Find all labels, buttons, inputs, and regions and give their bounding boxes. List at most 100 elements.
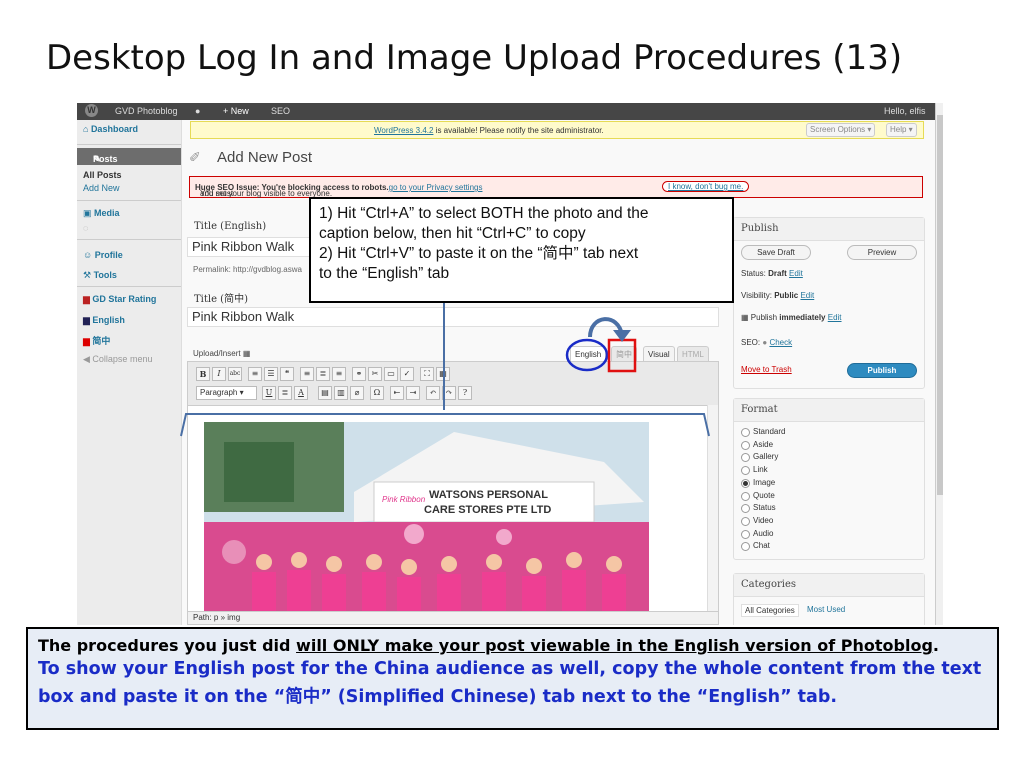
tab-most-used[interactable]: Most Used	[807, 605, 845, 614]
collapse-arrow-icon: ◀	[83, 354, 93, 364]
categories-box-title: Categories	[741, 579, 796, 590]
seo-status-icon: ●	[762, 338, 768, 347]
special-char-icon[interactable]: Ω	[370, 386, 384, 400]
bottom-note-line2: To show your English post for the China …	[38, 659, 982, 707]
italic-button[interactable]: I	[212, 367, 226, 381]
sidebar-item-media[interactable]: ▣ Media	[83, 208, 120, 219]
format-radio-quote[interactable]	[741, 491, 750, 501]
link-icon[interactable]: ⚭	[352, 367, 366, 381]
redo-icon[interactable]: ↷	[442, 386, 456, 400]
wordpress-logo-icon[interactable]: W	[85, 104, 98, 117]
paragraph-format-select[interactable]: Paragraph ▾	[196, 386, 257, 400]
tab-all-categories[interactable]: All Categories	[741, 604, 799, 617]
undo-icon[interactable]: ↶	[426, 386, 440, 400]
underline-button[interactable]: U	[262, 386, 276, 400]
save-draft-button[interactable]: Save Draft	[741, 245, 811, 260]
sidebar-sub-add-new[interactable]: Add New	[83, 183, 120, 193]
post-content-editor[interactable]: WATSONS PERSONAL CARE STORES PTE LTD Pin…	[187, 405, 719, 613]
title-chinese-input[interactable]: Pink Ribbon Walk	[187, 307, 719, 327]
fullscreen-icon[interactable]: ⛶	[420, 367, 434, 381]
comments-bubble-icon[interactable]: ◌	[83, 223, 88, 233]
upload-insert-label[interactable]: Upload/Insert ▦	[193, 349, 250, 358]
sidebar-item-tools[interactable]: ⚒ Tools	[83, 270, 117, 281]
collapse-menu-button[interactable]: ◀ Collapse menu	[83, 354, 152, 365]
sidebar-divider	[77, 200, 181, 201]
format-radio-link[interactable]	[741, 466, 750, 476]
help-button[interactable]: Help ▾	[886, 123, 917, 137]
format-radio-video[interactable]	[741, 516, 750, 526]
help-icon[interactable]: ?	[458, 386, 472, 400]
align-right-icon[interactable]: ≡	[332, 367, 346, 381]
editor-scrollbar[interactable]	[707, 405, 718, 611]
edit-visibility-link[interactable]: Edit	[800, 291, 814, 300]
sidebar-item-gd-star-rating[interactable]: ▆ GD Star Rating	[83, 294, 156, 305]
user-greeting-link[interactable]: Hello, elfis	[884, 106, 926, 116]
dismiss-seo-button[interactable]: I know, don't bug me.	[662, 181, 750, 192]
sidebar-item-posts[interactable]: ✎ Posts	[77, 148, 181, 165]
site-name-link[interactable]: GVD Photoblog	[115, 106, 178, 116]
preview-button[interactable]: Preview	[847, 245, 917, 260]
bold-button[interactable]: B	[196, 367, 210, 381]
tab-chinese[interactable]: 简中	[611, 346, 637, 362]
numbered-list-icon[interactable]: ☰	[264, 367, 278, 381]
edit-status-link[interactable]: Edit	[789, 269, 803, 278]
post-status-text: Status: Draft Edit	[741, 269, 803, 278]
sidebar-sub-all-posts[interactable]: All Posts	[83, 170, 122, 180]
seo-check-link[interactable]: Check	[769, 338, 792, 347]
format-radio-status[interactable]	[741, 504, 750, 514]
new-content-link[interactable]: + New	[223, 106, 249, 116]
privacy-settings-link[interactable]: go to your Privacy settings	[389, 183, 483, 192]
add-media-icon[interactable]: ▦	[243, 349, 251, 358]
wordpress-version-link[interactable]: WordPress 3.4.2	[374, 126, 433, 135]
scrollbar-thumb[interactable]	[937, 115, 943, 495]
spellcheck-icon[interactable]: ✓	[400, 367, 414, 381]
calendar-icon: ▦	[741, 313, 751, 322]
format-radio-aside[interactable]	[741, 440, 750, 450]
clear-formatting-icon[interactable]: ⌀	[350, 386, 364, 400]
sidebar-item-chinese[interactable]: ▆ 简中	[83, 334, 110, 347]
format-radio-standard[interactable]	[741, 428, 750, 437]
strikethrough-button[interactable]: abc	[228, 367, 242, 381]
instruction-callout: 1) Hit “Ctrl+A” to select BOTH the photo…	[309, 197, 734, 303]
tab-html[interactable]: HTML	[677, 346, 709, 362]
blockquote-icon[interactable]: ❝	[280, 367, 294, 381]
format-option-label: Aside	[753, 439, 774, 449]
indent-icon[interactable]: ⇥	[406, 386, 420, 400]
sidebar-item-profile[interactable]: ☺ Profile	[83, 250, 123, 260]
seo-menu-link[interactable]: SEO	[271, 106, 290, 116]
permalink-text: Permalink: http://gvdblog.aswa	[193, 265, 302, 274]
publish-box: Publish Save Draft Preview Status: Draft…	[733, 217, 925, 389]
outdent-icon[interactable]: ⇤	[390, 386, 404, 400]
format-option-label: Gallery	[753, 452, 779, 462]
move-to-trash-link[interactable]: Move to Trash	[741, 365, 792, 374]
format-option-label: Image	[753, 477, 776, 487]
format-radio-audio[interactable]	[741, 529, 750, 539]
bullet-list-icon[interactable]: ≡	[248, 367, 262, 381]
align-left-icon[interactable]: ≡	[300, 367, 314, 381]
paste-word-icon[interactable]: ▥	[334, 386, 348, 400]
unlink-icon[interactable]: ✂	[368, 367, 382, 381]
photo-banner-line1: WATSONS PERSONAL	[429, 489, 548, 501]
seo-warning-notice: Huge SEO Issue: You're blocking access t…	[189, 176, 923, 198]
more-tag-icon[interactable]: ▭	[384, 367, 398, 381]
text-color-button[interactable]: A	[294, 386, 308, 400]
format-box: Format Standard Aside Gallery Link Image Quot…	[733, 398, 925, 560]
tab-english[interactable]: English	[570, 346, 607, 362]
justify-icon[interactable]: ≣	[278, 386, 292, 400]
comments-icon[interactable]: ●	[195, 106, 200, 116]
edit-publish-time-link[interactable]: Edit	[828, 313, 842, 322]
paste-text-icon[interactable]: ▤	[318, 386, 332, 400]
post-photo[interactable]: WATSONS PERSONAL CARE STORES PTE LTD Pin…	[204, 422, 649, 612]
format-radio-image[interactable]	[741, 478, 750, 488]
screen-options-button[interactable]: Screen Options ▾	[806, 123, 876, 137]
publish-button[interactable]: Publish	[847, 363, 917, 378]
align-center-icon[interactable]: ≣	[316, 367, 330, 381]
format-radio-chat[interactable]	[741, 542, 750, 552]
kitchen-sink-icon[interactable]: ▦	[436, 367, 450, 381]
media-icon: ▣	[83, 208, 95, 218]
page-scrollbar[interactable]	[935, 103, 943, 625]
sidebar-item-english[interactable]: ▆ English	[83, 315, 125, 326]
tab-visual[interactable]: Visual	[643, 346, 675, 362]
sidebar-item-dashboard[interactable]: ⌂ Dashboard	[83, 124, 138, 134]
format-radio-gallery[interactable]	[741, 453, 750, 463]
